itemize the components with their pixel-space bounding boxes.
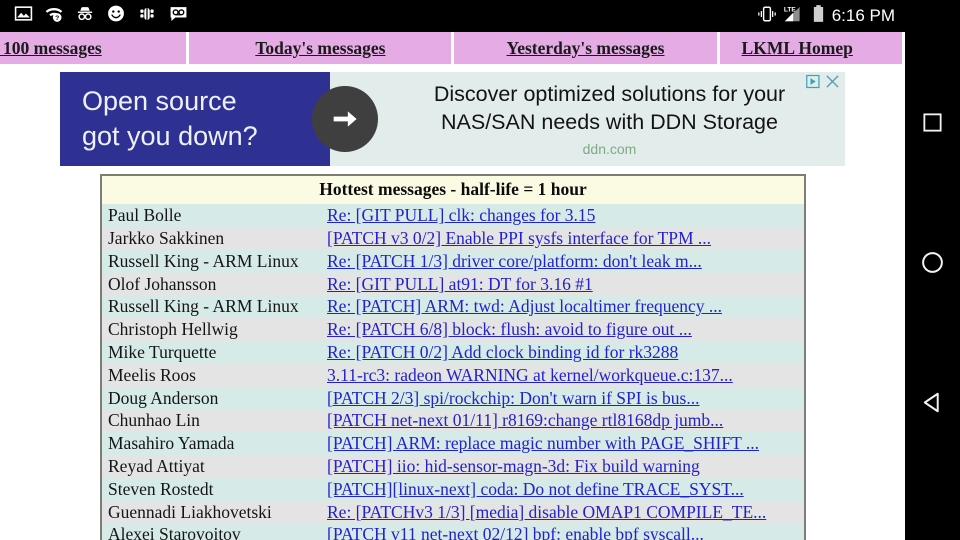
ad-headline-line1: Open source (82, 85, 237, 116)
tab-lkml-homepage[interactable]: LKML Homep (719, 32, 905, 64)
tab-yesterdays-messages[interactable]: Yesterday's messages (454, 32, 720, 64)
message-subject-link[interactable]: Re: [PATCH 6/8] block: flush: avoid to f… (327, 319, 804, 340)
battery-icon (812, 4, 825, 28)
wifi-question-icon: ? (44, 4, 64, 28)
incognito-icon (75, 4, 95, 28)
message-subject-link[interactable]: 3.11-rc3: radeon WARNING at kernel/workq… (327, 365, 804, 386)
close-icon[interactable] (825, 74, 840, 94)
message-subject-link[interactable]: [PATCH] ARM: replace magic number with P… (327, 433, 804, 454)
message-sender: Alexei Starovoitov (108, 524, 241, 540)
message-subject-link[interactable]: Re: [GIT PULL] clk: changes for 3.15 (327, 205, 804, 226)
table-row[interactable]: Meelis Roos 3.11-rc3: radeon WARNING at k… (102, 363, 804, 387)
message-sender: Russell King - ARM Linux (108, 250, 299, 271)
message-subject-link[interactable]: [PATCH net-next 01/11] r8169:change rtl8… (327, 410, 804, 431)
status-bar-notification-icons: ? (0, 4, 189, 28)
message-subject-link[interactable]: [PATCH 2/3] spi/rockchip: Don't warn if … (327, 388, 804, 409)
message-sender: Russell King - ARM Linux (108, 296, 299, 317)
hottest-messages-table: Hottest messages - half-life = 1 hour Pa… (100, 174, 806, 540)
tab-todays-messages[interactable]: Today's messages (189, 32, 455, 64)
tab-label: LKML Homep (741, 37, 853, 58)
advertisement-banner[interactable]: Open source got you down? Discover optim… (60, 72, 845, 166)
ad-controls (806, 74, 840, 94)
message-sender: Mike Turquette (108, 341, 217, 362)
message-sender: Meelis Roos (108, 364, 196, 385)
message-sender: Reyad Attiyat (108, 455, 205, 476)
table-row[interactable]: Christoph Hellwig Re: [PATCH 6/8] block: … (102, 318, 804, 342)
web-page-content: Open source got you down? Discover optim… (0, 64, 905, 540)
message-sender: Jarkko Sakkinen (108, 227, 225, 248)
ad-display-url: ddn.com (582, 140, 637, 157)
table-row[interactable]: Masahiro Yamada [PATCH] ARM: replace magi… (102, 432, 804, 456)
message-subject-link[interactable]: Re: [PATCH] ARM: twd: Adjust localtimer … (327, 296, 804, 317)
table-row[interactable]: Paul Bolle Re: [GIT PULL] clk: changes fo… (102, 204, 804, 228)
tab-label: Today's messages (255, 37, 386, 58)
table-row[interactable]: Steven Rostedt [PATCH][linux-next] coda: … (102, 477, 804, 501)
ad-body-panel: Discover optimized solutions for your NA… (330, 72, 845, 166)
message-sender: Paul Bolle (108, 205, 182, 226)
svg-text:?: ? (55, 15, 59, 22)
message-sender: Chunhao Lin (108, 410, 200, 431)
message-subject-link[interactable]: Re: [PATCH 0/2] Add clock binding id for… (327, 342, 804, 363)
table-row[interactable]: Mike Turquette Re: [PATCH 0/2] Add clock … (102, 341, 804, 364)
table-row[interactable]: Chunhao Lin [PATCH net-next 01/11] r8169:… (102, 409, 804, 433)
ad-headline-panel: Open source got you down? (60, 72, 330, 166)
navigation-tab-strip: st 100 messages Today's messages Yesterd… (0, 32, 905, 64)
table-row[interactable]: Russell King - ARM Linux Re: [PATCH] ARM:… (102, 295, 804, 319)
arrow-right-icon (312, 86, 378, 152)
status-bar-system-icons: LTE 6:16 PM (756, 4, 905, 28)
voicemail-icon (168, 4, 189, 28)
back-triangle-icon[interactable] (918, 387, 948, 417)
ad-headline-line2: got you down? (82, 121, 258, 151)
table-row[interactable]: Jarkko Sakkinen [PATCH v3 0/2] Enable PPI… (102, 227, 804, 250)
table-row[interactable]: Alexei Starovoitov [PATCH v11 net-next 02… (102, 523, 804, 540)
table-body: Paul Bolle Re: [GIT PULL] clk: changes fo… (102, 204, 804, 540)
table-title: Hottest messages - half-life = 1 hour (102, 176, 804, 205)
message-subject-link[interactable]: Re: [GIT PULL] at91: DT for 3.16 #1 (327, 274, 804, 295)
tab-label: st 100 messages (0, 37, 102, 58)
screenshot-icon (14, 4, 33, 28)
message-subject-link[interactable]: [PATCH v3 0/2] Enable PPI sysfs interfac… (327, 228, 804, 249)
recents-square-icon[interactable] (918, 107, 948, 137)
table-row[interactable]: Olof Johansson Re: [GIT PULL] at91: DT fo… (102, 272, 804, 296)
message-sender: Olof Johansson (108, 273, 217, 294)
smiley-icon (106, 4, 126, 28)
message-sender: Christoph Hellwig (108, 319, 238, 340)
status-bar: ? LTE 6:16 PM (0, 0, 905, 32)
lte-signal-icon: LTE (783, 4, 807, 28)
table-row[interactable]: Russell King - ARM Linux Re: [PATCH 1/3] … (102, 249, 804, 273)
home-circle-icon[interactable] (918, 247, 948, 277)
phone-screen: ? LTE 6:16 PM 100 messages Today's messa… (0, 0, 960, 540)
table-row[interactable]: Reyad Attiyat [PATCH] iio: hid-sensor-mag… (102, 455, 804, 478)
bug-icon (137, 4, 157, 28)
ad-body-line1: Discover optimized solutions for your (433, 82, 786, 107)
table-row[interactable]: Doug Anderson [PATCH 2/3] spi/rockchip: D… (102, 386, 804, 410)
message-subject-link[interactable]: Re: [PATCHv3 1/3] [media] disable OMAP1 … (327, 502, 804, 523)
status-bar-clock: 6:16 PM (831, 6, 895, 25)
message-sender: Masahiro Yamada (108, 433, 235, 454)
android-navigation-bar (905, 0, 960, 540)
tab-last-100-messages[interactable]: st 100 messages (0, 32, 190, 64)
vibrate-icon (756, 5, 778, 28)
message-sender: Guennadi Liakhovetski (108, 501, 272, 522)
message-subject-link[interactable]: [PATCH v11 net-next 02/12] bpf: enable b… (327, 524, 804, 540)
message-subject-link[interactable]: [PATCH][linux-next] coda: Do not define … (327, 479, 804, 500)
table-row[interactable]: Guennadi Liakhovetski Re: [PATCHv3 1/3] [… (102, 500, 804, 524)
message-subject-link[interactable]: Re: [PATCH 1/3] driver core/platform: do… (327, 251, 804, 272)
message-subject-link[interactable]: [PATCH] iio: hid-sensor-magn-3d: Fix bui… (327, 456, 804, 477)
adchoices-icon[interactable] (806, 74, 821, 94)
message-sender: Steven Rostedt (108, 478, 214, 499)
ad-body-line2: NAS/SAN needs with DDN Storage (441, 109, 778, 134)
message-sender: Doug Anderson (108, 387, 219, 408)
tab-label: Yesterday's messages (506, 37, 665, 58)
